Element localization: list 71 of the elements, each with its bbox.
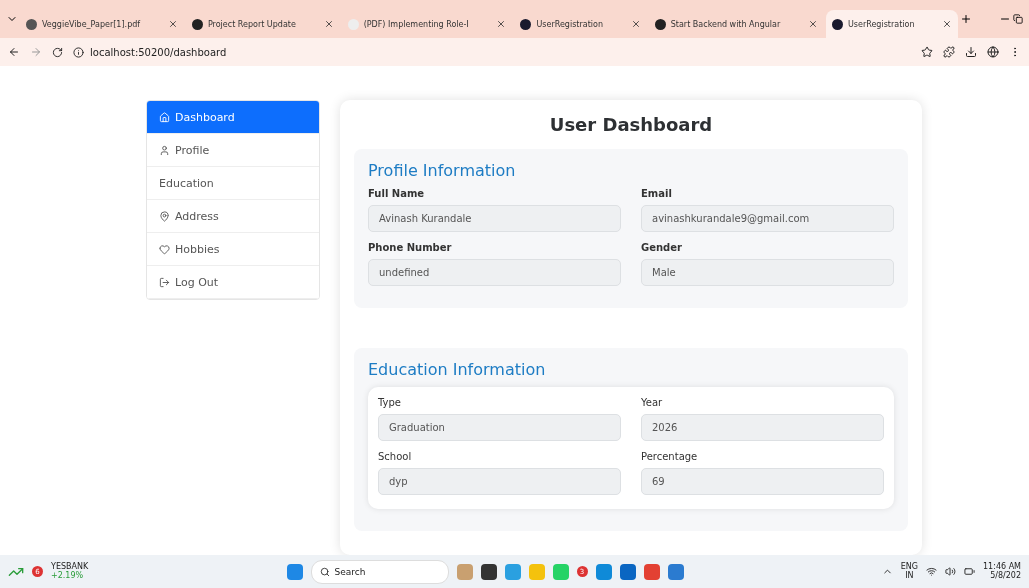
field-label: Phone Number [368, 242, 453, 253]
browser-tab[interactable]: UserRegistration [514, 10, 647, 38]
stock-name: YESBANK [51, 562, 89, 571]
browser-tab[interactable]: (PDF) Implementing Role-I [341, 10, 513, 38]
sidebar-item[interactable]: Dashboard [147, 101, 319, 134]
browser-tab[interactable]: Start Backend with Angular [648, 10, 824, 38]
browser-tab[interactable]: VeggieVibe_Paper[1].pdf [20, 10, 184, 38]
readonly-field[interactable]: 2026 [641, 414, 884, 441]
home-icon [159, 111, 170, 123]
search-icon [319, 566, 330, 577]
close-icon[interactable] [942, 19, 953, 29]
download-icon[interactable] [965, 46, 977, 58]
readonly-field[interactable]: undefined [368, 259, 621, 286]
favicon-icon [191, 18, 203, 30]
restore-icon[interactable] [1013, 14, 1024, 24]
favicon-icon [832, 18, 843, 30]
readonly-field[interactable]: dyp [378, 468, 621, 495]
bookmark-star-icon[interactable] [921, 46, 933, 58]
info-icon[interactable] [73, 46, 84, 58]
reload-icon[interactable] [52, 46, 63, 58]
close-icon[interactable] [167, 19, 178, 29]
section-heading: Education Information [368, 360, 547, 379]
tab-title: Start Backend with Angular [670, 19, 782, 29]
tab-title: Project Report Update [207, 19, 297, 29]
field-label: Full Name [368, 188, 426, 199]
close-icon[interactable] [323, 19, 334, 29]
readonly-field[interactable]: Graduation [378, 414, 621, 441]
readonly-field[interactable]: Avinash Kurandale [368, 205, 621, 232]
section-heading: Profile Information [368, 161, 517, 180]
stock-change: +2.19% [51, 571, 84, 581]
field-label: Percentage [641, 451, 699, 462]
close-icon[interactable] [496, 19, 507, 29]
extensions-icon[interactable] [943, 46, 955, 58]
close-icon[interactable] [630, 19, 641, 29]
region-code[interactable]: IN [905, 571, 914, 581]
close-icon[interactable] [808, 19, 818, 29]
app-icon[interactable] [619, 563, 636, 580]
new-tab-icon[interactable] [960, 13, 973, 25]
language-code[interactable]: ENG [900, 562, 919, 572]
tab-title: UserRegistration [536, 19, 604, 29]
back-icon[interactable] [8, 46, 20, 58]
favicon-icon [654, 18, 666, 30]
browser-tab[interactable]: UserRegistration [826, 10, 959, 38]
field-label: Email [641, 188, 673, 199]
readonly-field[interactable]: 69 [641, 468, 884, 495]
app-icon[interactable] [480, 563, 497, 580]
favicon-icon [347, 18, 359, 30]
logout-icon [159, 276, 170, 288]
readonly-field[interactable]: avinashkurandale9@gmail.com [641, 205, 894, 232]
taskbar-search[interactable]: Search [310, 559, 449, 584]
field-label: Type [378, 397, 402, 408]
clock-time[interactable]: 11:46 AM [983, 562, 1021, 572]
wifi-icon[interactable] [926, 566, 938, 577]
tab-title: (PDF) Implementing Role-I [363, 19, 470, 29]
favicon-icon [26, 18, 37, 30]
page-title: User Dashboard [548, 114, 714, 135]
field-label: Gender [641, 242, 683, 253]
user-icon [159, 144, 170, 156]
clock-date[interactable]: 5/8/202 [990, 571, 1021, 581]
readonly-field[interactable]: Male [641, 259, 894, 286]
tab-title: UserRegistration [848, 19, 916, 29]
field-label: Year [641, 397, 664, 408]
browser-tab[interactable]: Project Report Update [185, 10, 340, 38]
tab-title: VeggieVibe_Paper[1].pdf [42, 19, 142, 29]
heart-icon [159, 243, 170, 255]
address-field[interactable]: localhost:50200/dashboard [90, 46, 227, 58]
location-pin-icon [159, 210, 170, 222]
field-label: School [378, 451, 413, 462]
battery-icon[interactable] [964, 566, 976, 577]
favicon-icon [520, 18, 532, 30]
speaker-icon[interactable] [945, 566, 957, 577]
